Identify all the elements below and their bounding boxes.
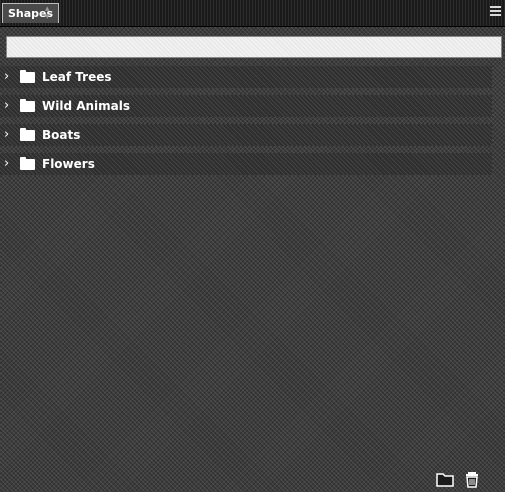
folder-icon [20,157,35,170]
collapse-icon[interactable]: ▴ ▾ [45,5,51,22]
panel-menu-icon[interactable] [490,6,501,17]
trash-icon [466,472,478,488]
group-boats[interactable]: › Boats [0,124,492,146]
chevron-right-icon[interactable]: › [4,98,9,114]
search-input[interactable] [6,36,502,58]
group-wild-animals[interactable]: › Wild Animals [0,95,492,117]
folder-icon [20,70,35,83]
group-flowers[interactable]: › Flowers [0,153,492,175]
panel-tab-bar: Shapes ▴ ▾ [0,0,505,27]
folder-icon [436,473,454,487]
folder-icon [20,128,35,141]
new-group-button[interactable] [436,470,454,488]
group-leaf-trees[interactable]: › Leaf Trees [0,66,492,88]
group-label: Boats [42,128,81,142]
chevron-right-icon[interactable]: › [4,69,9,85]
shape-group-list: › Leaf Trees › Wild Animals › Boats › Fl… [0,66,492,182]
delete-button[interactable] [463,470,481,488]
panel-footer [0,466,505,492]
group-label: Flowers [42,157,95,171]
chevron-right-icon[interactable]: › [4,127,9,143]
group-label: Leaf Trees [42,70,112,84]
group-label: Wild Animals [42,99,131,113]
folder-icon [20,99,35,112]
chevron-right-icon[interactable]: › [4,156,9,172]
